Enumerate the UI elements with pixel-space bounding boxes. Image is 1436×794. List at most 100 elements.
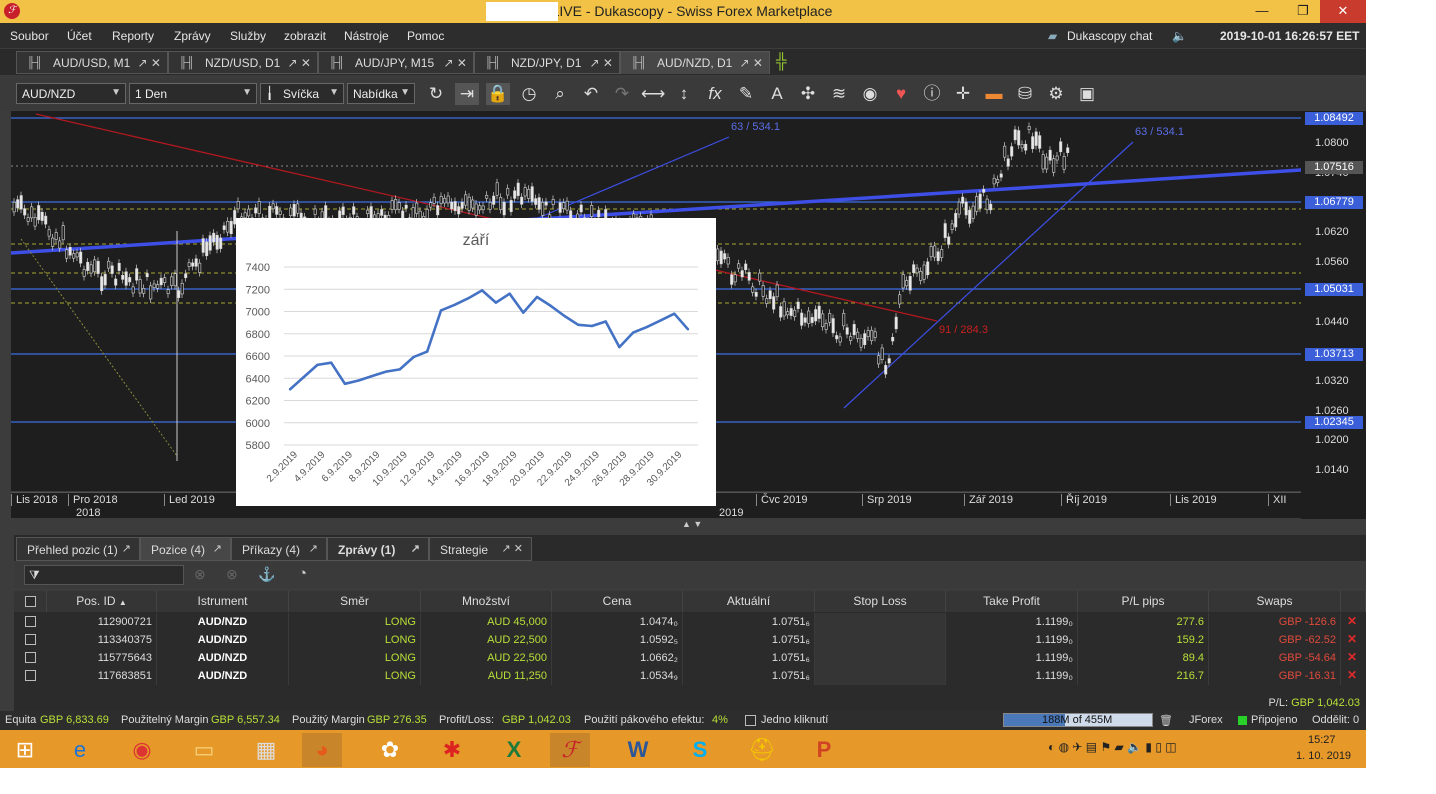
tab-orders[interactable]: Příkazy (4) ↗: [231, 537, 327, 561]
menu-sluzby[interactable]: Služby: [230, 29, 266, 43]
tab-audnzd-d1[interactable]: ╟╢ AUD/NZD, D1 ↗ ✕: [620, 51, 770, 74]
col-current[interactable]: Aktuální: [683, 591, 815, 612]
col-stop-loss[interactable]: Stop Loss: [815, 591, 946, 612]
cell-tp[interactable]: 1.1199₀: [946, 631, 1078, 649]
cell-tp[interactable]: 1.1199₀: [946, 613, 1078, 631]
row-checkbox[interactable]: [25, 670, 36, 681]
menu-nastroje[interactable]: Nástroje: [344, 29, 389, 43]
firefox-icon[interactable]: ◕: [302, 733, 342, 767]
calculator-icon[interactable]: ▦: [246, 733, 286, 767]
table-row[interactable]: 117683851 AUD/NZD LONG AUD 11,250 1.0534₉ 1.0…: [14, 667, 1366, 685]
settings-wheel-icon[interactable]: ⚙: [1044, 83, 1068, 105]
filter-input[interactable]: ⧩: [24, 565, 184, 585]
text-tool-icon[interactable]: A: [765, 83, 789, 105]
col-amount[interactable]: Množství: [421, 591, 552, 612]
cell-tp[interactable]: 1.1199₀: [946, 667, 1078, 685]
file-explorer-icon[interactable]: ▭: [184, 733, 224, 767]
table-row[interactable]: 115775643 AUD/NZD LONG AUD 22,500 1.0662₂ 1.0…: [14, 649, 1366, 667]
helmet-app-icon[interactable]: ⛑: [742, 733, 782, 767]
close-position-icon[interactable]: ✕: [1347, 668, 1357, 682]
memory-bar[interactable]: 188M of 455M: [1003, 713, 1153, 727]
close-position-icon[interactable]: ✕: [1347, 614, 1357, 628]
col-price[interactable]: Cena: [552, 591, 683, 612]
close-button[interactable]: ✕: [1320, 0, 1366, 23]
undo-icon[interactable]: ↶: [579, 83, 603, 105]
col-pos-id[interactable]: Pos. ID ▲: [47, 591, 157, 612]
save-icon[interactable]: ▣: [1075, 83, 1099, 105]
powerpoint-icon[interactable]: P: [804, 733, 844, 767]
popout-icon[interactable]: ↗: [309, 542, 318, 555]
tab-close-icon[interactable]: ↗ ✕: [288, 56, 311, 70]
tab-close-icon[interactable]: ↗ ✕: [138, 56, 161, 70]
paint-bucket-icon[interactable]: ⛁: [1013, 83, 1037, 105]
table-row[interactable]: 112900721 AUD/NZD LONG AUD 45,000 1.0474₀ 1.0…: [14, 613, 1366, 631]
pencil-icon[interactable]: ✎: [734, 83, 758, 105]
select-all-checkbox[interactable]: [25, 596, 36, 607]
offer-side-select[interactable]: Nabídka ▼: [347, 83, 415, 104]
ruler-icon[interactable]: ▬: [982, 83, 1006, 105]
row-checkbox[interactable]: [25, 634, 36, 645]
cell-tp[interactable]: 1.1199₀: [946, 649, 1078, 667]
info-icon[interactable]: ⓘ: [920, 83, 944, 105]
tab-close-icon[interactable]: ↗ ✕: [444, 56, 467, 70]
ladybug-app-icon[interactable]: ✱: [432, 733, 472, 767]
word-icon[interactable]: W: [618, 733, 658, 767]
menu-ucet[interactable]: Účet: [67, 29, 92, 43]
tab-audjpy-m15[interactable]: ╟╢ AUD/JPY, M15 ↗ ✕: [318, 51, 474, 74]
close-all-icon[interactable]: ⊗: [194, 566, 206, 583]
col-instrument[interactable]: Istrument: [157, 591, 289, 612]
tray-icons[interactable]: ◐ ◍ ✈ ▤ ⚑ ▰ 🔈 ▮ ▯ ◫: [1048, 740, 1177, 754]
cell-stop[interactable]: [815, 667, 946, 685]
chart-type-select[interactable]: ╽ Svíčka ▼: [260, 83, 344, 104]
zoom-time-icon[interactable]: ◷: [517, 83, 541, 105]
popout-icon[interactable]: ↗ ✕: [502, 542, 524, 555]
row-checkbox[interactable]: [25, 616, 36, 627]
maximize-button[interactable]: ❐: [1283, 0, 1323, 23]
layers-icon[interactable]: ≋: [827, 83, 851, 105]
select-all-header[interactable]: [14, 591, 47, 612]
trash-icon[interactable]: 🗑: [1159, 714, 1173, 727]
paint-icon[interactable]: ✿: [370, 733, 410, 767]
table-row[interactable]: 113340375 AUD/NZD LONG AUD 22,500 1.0592₅ 1.0…: [14, 631, 1366, 649]
col-side[interactable]: Směr: [289, 591, 421, 612]
period-select[interactable]: 1 Den ▼: [129, 83, 257, 104]
excel-chart-overlay[interactable]: září 7400 7200 7000 6800 6600 6400 6200 6000 580…: [236, 218, 716, 506]
tab-positions[interactable]: Pozice (4) ↗: [140, 537, 231, 561]
tab-position-summary[interactable]: Přehled pozic (1) ↗: [16, 537, 140, 561]
crosshair-tools-icon[interactable]: ✣: [796, 83, 820, 105]
lock-icon[interactable]: 🔒: [486, 83, 510, 105]
menu-zobrazit[interactable]: zobrazit: [284, 29, 326, 43]
menu-reporty[interactable]: Reporty: [112, 29, 154, 43]
excel-icon[interactable]: X: [494, 733, 534, 767]
chat-link[interactable]: Dukascopy chat: [1067, 29, 1152, 43]
popout-icon[interactable]: ↗: [213, 542, 222, 555]
tab-messages[interactable]: Zprávy (1) ↗: [327, 537, 429, 561]
one-click-checkbox[interactable]: [745, 715, 756, 726]
splitter-arrows-icon[interactable]: ▲ ▼: [682, 519, 702, 529]
tab-close-icon[interactable]: ↗ ✕: [590, 56, 613, 70]
tab-close-icon[interactable]: ↗ ✕: [740, 56, 763, 70]
price-scale[interactable]: 1.08492 1.0800 1.0740 1.07516 1.06779 1.…: [1301, 111, 1366, 519]
merge-icon[interactable]: ⚓: [258, 566, 275, 583]
eye-icon[interactable]: ◉: [858, 83, 882, 105]
chrome-icon[interactable]: ◉: [122, 733, 162, 767]
horizontal-line-icon[interactable]: ⟷: [641, 83, 665, 105]
sound-icon[interactable]: 🔈: [1172, 29, 1187, 43]
col-swaps[interactable]: Swaps: [1209, 591, 1341, 612]
add-tab-icon[interactable]: ╬: [776, 53, 787, 70]
row-checkbox[interactable]: [25, 652, 36, 663]
menu-pomoc[interactable]: Pomoc: [407, 29, 444, 43]
popout-icon[interactable]: ↗: [411, 542, 420, 555]
cell-stop[interactable]: [815, 631, 946, 649]
zoom-area-icon[interactable]: ⌕: [548, 83, 572, 105]
heart-indicator-icon[interactable]: ♥: [889, 83, 913, 105]
close-position-icon[interactable]: ✕: [1347, 650, 1357, 664]
cell-stop[interactable]: [815, 613, 946, 631]
pie-chart-icon[interactable]: ◔: [298, 565, 307, 582]
jforex-icon[interactable]: ℱ: [550, 733, 590, 767]
vertical-line-icon[interactable]: ↕: [672, 83, 696, 105]
crosshair-icon[interactable]: ✛: [951, 83, 975, 105]
tab-strategies[interactable]: Strategie ↗ ✕: [429, 537, 532, 561]
tab-nzdusd-d1[interactable]: ╟╢ NZD/USD, D1 ↗ ✕: [168, 51, 318, 74]
col-take-profit[interactable]: Take Profit: [946, 591, 1078, 612]
